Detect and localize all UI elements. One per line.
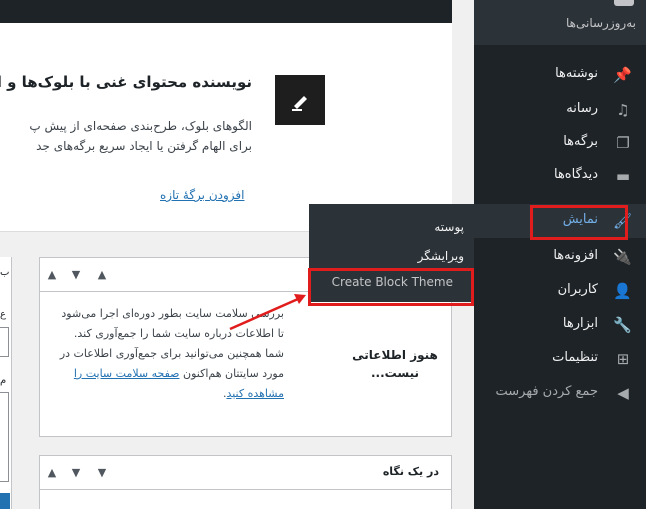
comments-icon: ▬ [615,167,631,185]
submenu-item-themes[interactable]: پوسته [434,220,464,234]
sidebar-item-comments[interactable]: ▬ دیدگاه‌ها [474,159,646,193]
sidebar-item-label: جمع کردن فهرست [495,384,598,399]
welcome-text-line-1: الگوهای بلوک، طرح‌بندی صفحه‌ای از پیش پ [29,119,252,133]
users-icon: 👤 [613,282,632,300]
pen-icon [292,96,307,111]
welcome-title: نویسنده محتوای غنی با بلوک‌ها و الگ [0,73,252,91]
sidebar-item-settings[interactable]: ⊞ تنظیمات [474,342,646,376]
sidebar-item-label: کاربران [557,282,598,297]
toggle-panel-icon[interactable]: ▲ [94,267,110,283]
plugins-icon: 🔌 [613,248,632,266]
sidebar-item-label: تنظیمات [552,350,598,365]
health-empty-title: هنوز اطلاعاتی نیست... [352,348,438,380]
welcome-text-line-2: برای الهام گرفتن یا ایجاد سریع برگه‌های … [36,139,252,153]
sidebar-item-users[interactable]: 👤 کاربران [474,274,646,308]
move-down-icon[interactable]: ▼ [68,465,84,481]
add-new-page-link[interactable]: افزودن برگهٔ تازه [160,188,244,202]
sidebar-item-label: نوشته‌ها [555,66,598,81]
move-up-icon[interactable]: ▲ [44,267,60,283]
pages-icon: ❐ [616,134,630,152]
welcome-panel: نویسنده محتوای غنی با بلوک‌ها و الگ الگو… [0,23,452,232]
create-block-theme-highlight [308,268,474,306]
welcome-description: الگوهای بلوک، طرح‌بندی صفحه‌ای از پیش پ … [0,116,252,156]
pin-icon: 📌 [613,66,632,84]
collapse-icon: ◀ [617,384,629,402]
sidebar-item-plugins[interactable]: 🔌 افزونه‌ها [474,240,646,274]
move-down-icon[interactable]: ▼ [68,267,84,283]
sidebar-item-pages[interactable]: ❐ برگه‌ها [474,126,646,160]
sidebar-item-label: ابزارها [562,316,598,331]
left-fragment-2: ع [0,309,6,320]
left-submit-button[interactable] [0,493,10,509]
top-dark-strip [0,0,452,23]
at-a-glance-title: در یک نگاه [382,465,439,478]
appearance-highlight [530,205,628,240]
sidebar-item-label: افزونه‌ها [553,248,598,263]
sidebar-item-tools[interactable]: 🔧 ابزارها [474,308,646,342]
left-textarea[interactable] [0,392,9,482]
sidebar-item-posts[interactable]: 📌 نوشته‌ها [474,58,646,92]
left-input-field[interactable] [0,327,9,357]
tools-icon: 🔧 [613,316,632,334]
sidebar-item-media[interactable]: ♫ رسانه [474,93,646,127]
settings-icon: ⊞ [616,350,630,368]
updates-row[interactable]: به‌روزرسانی‌ها [474,0,646,45]
media-icon: ♫ [616,101,630,119]
pen-icon-tile [275,75,325,125]
left-fragment-1: ب [0,267,10,278]
left-partial-widget: ب ع م [0,257,12,509]
health-description: بررسی سلامت سایت بطور دوره‌ای اجرا می‌شو… [52,304,284,404]
collapse-menu-button[interactable]: ◀ جمع کردن فهرست [474,376,646,410]
toggle-panel-icon[interactable]: ▼ [94,465,110,481]
sidebar-item-label: رسانه [566,101,598,116]
updates-label: به‌روزرسانی‌ها [566,16,636,30]
left-fragment-3: م [0,375,7,386]
move-up-icon[interactable]: ▲ [44,465,60,481]
submenu-item-editor[interactable]: ویرایشگر [418,249,464,263]
at-a-glance-widget: ▲ ▼ ▼ در یک نگاه [39,455,452,509]
sidebar-item-label: دیدگاه‌ها [553,167,598,182]
at-a-glance-header: ▲ ▼ ▼ در یک نگاه [40,456,451,490]
sidebar-item-label: برگه‌ها [563,134,598,149]
updates-icon [614,0,634,6]
